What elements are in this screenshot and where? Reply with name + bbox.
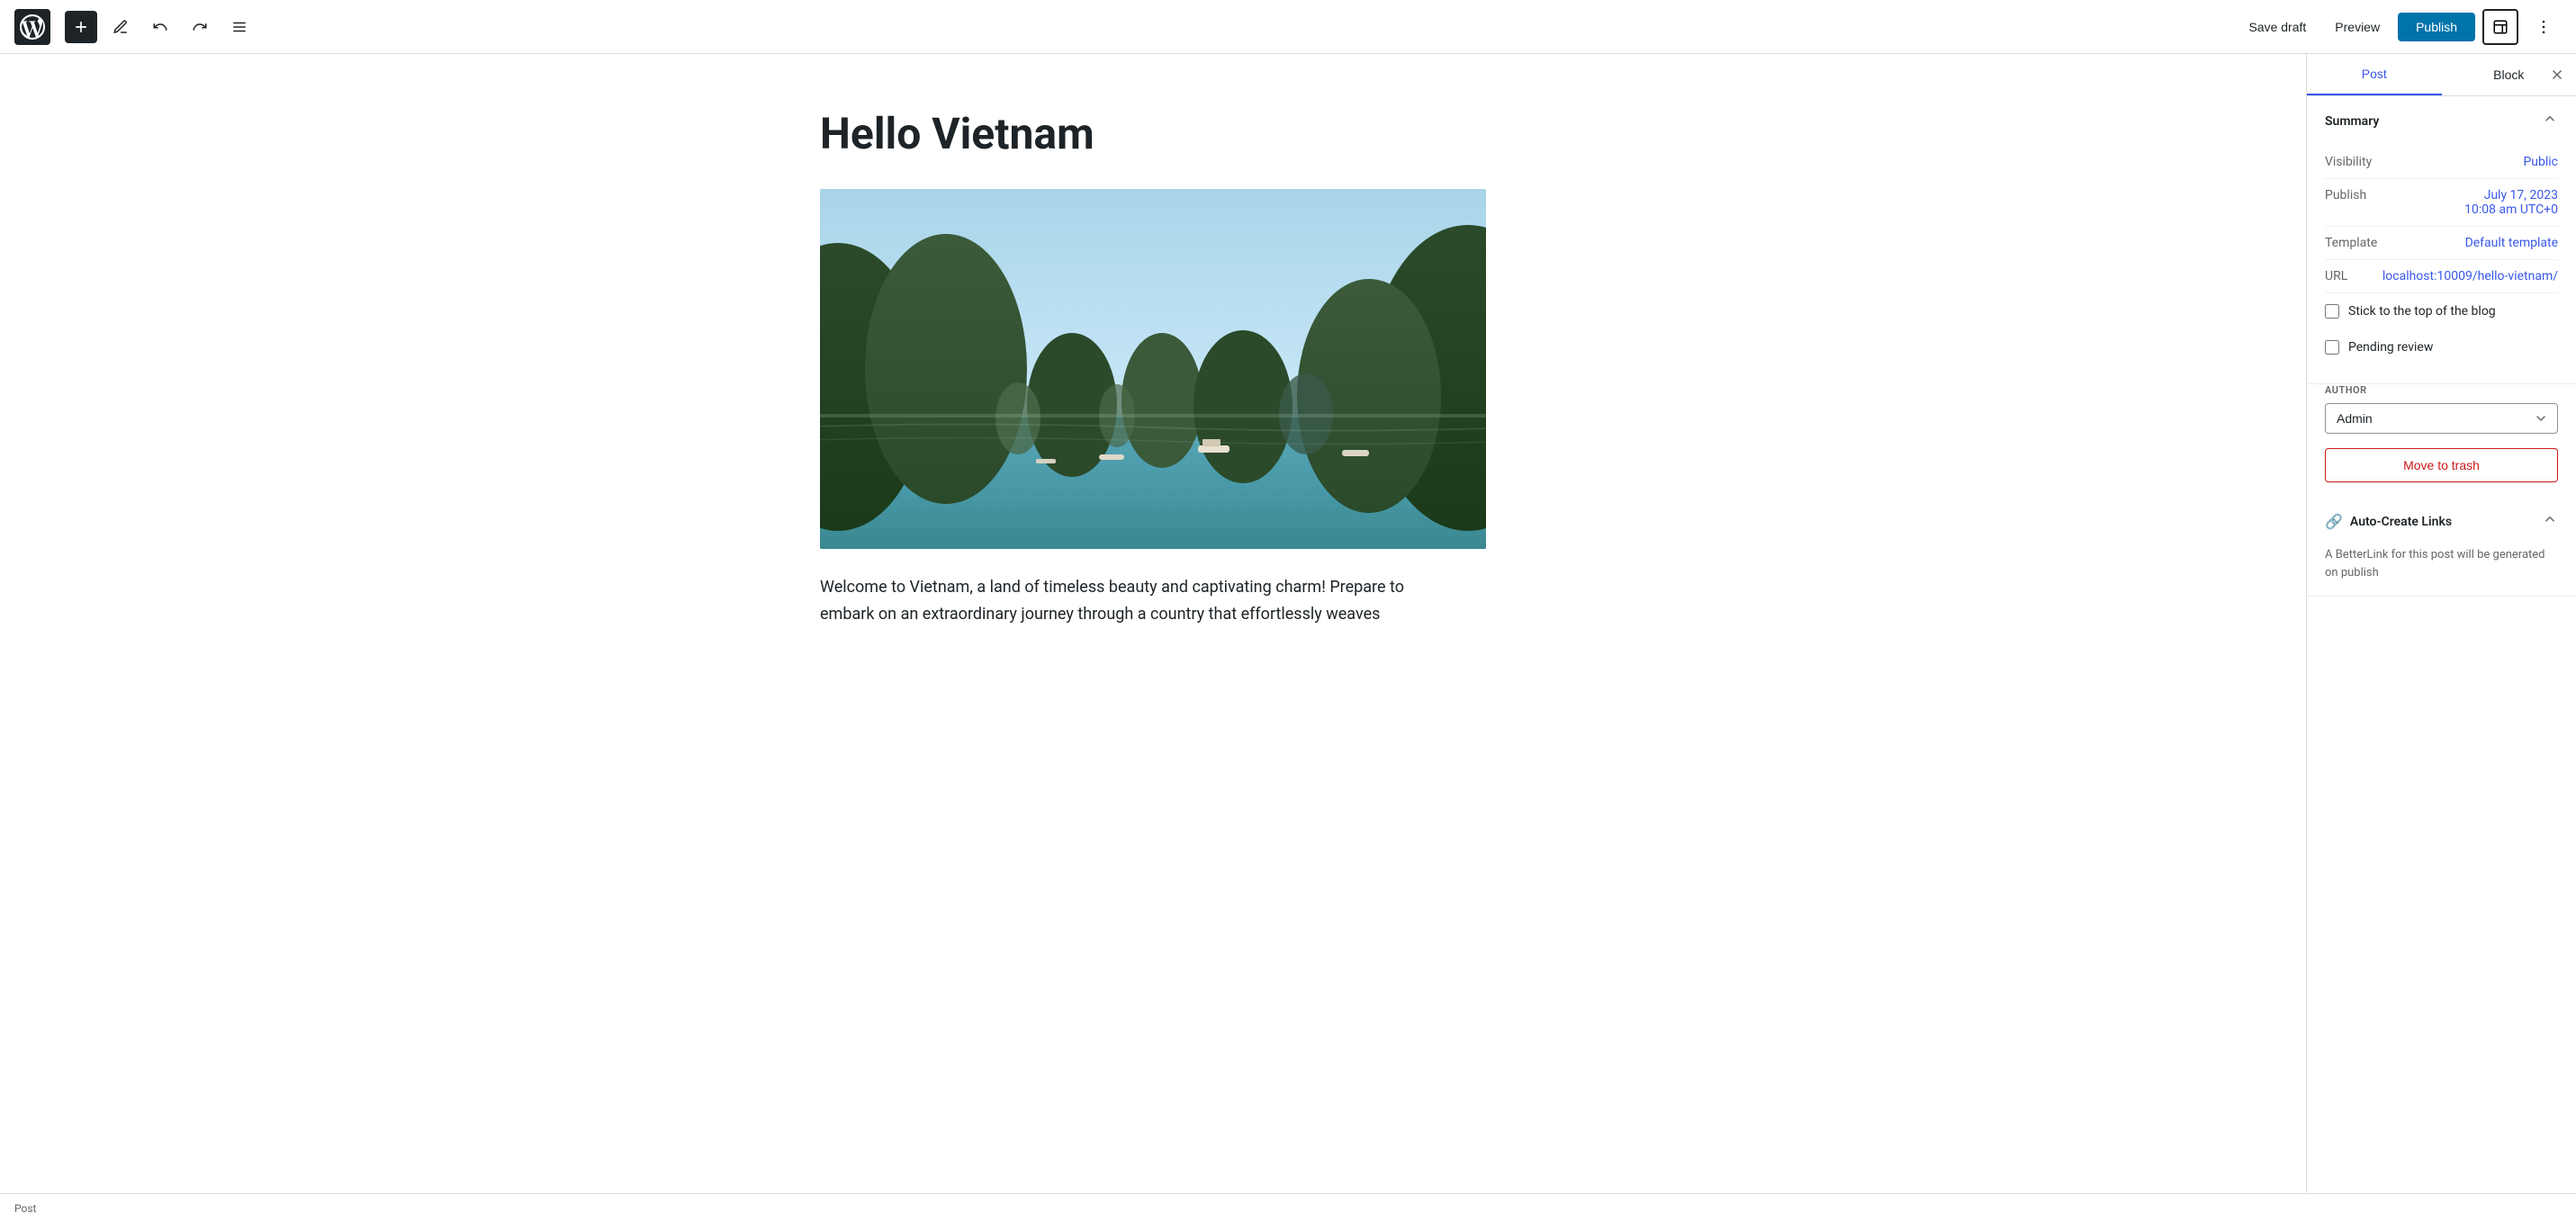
tools-button[interactable] xyxy=(104,11,137,43)
summary-section-header[interactable]: Summary xyxy=(2307,96,2576,146)
publish-date-row: Publish July 17, 2023 10:08 am UTC+0 xyxy=(2325,179,2558,227)
pending-review-checkbox[interactable] xyxy=(2325,340,2339,355)
list-view-icon xyxy=(231,19,248,35)
wp-logo-svg xyxy=(20,14,45,40)
sidebar-tabs: Post Block xyxy=(2307,54,2576,96)
mountains-svg xyxy=(820,189,1486,549)
template-row: Template Default template xyxy=(2325,227,2558,260)
main-layout: Hello Vietnam xyxy=(0,54,2576,1193)
post-body[interactable]: Welcome to Vietnam, a land of timeless b… xyxy=(820,574,1486,629)
layout-toggle-button[interactable] xyxy=(2482,9,2518,45)
editor-area[interactable]: Hello Vietnam xyxy=(0,54,2306,1193)
pencil-icon xyxy=(113,19,129,35)
post-title[interactable]: Hello Vietnam xyxy=(820,108,1486,160)
sidebar-panel: Post Block Summary Visibility Public Pu xyxy=(2306,54,2576,1193)
summary-section: Summary Visibility Public Publish July 1… xyxy=(2307,96,2576,384)
url-label: URL xyxy=(2325,269,2347,283)
save-draft-button[interactable]: Save draft xyxy=(2238,14,2317,40)
summary-section-title: Summary xyxy=(2325,114,2379,129)
close-icon xyxy=(2549,67,2565,83)
ellipsis-icon xyxy=(2535,18,2553,36)
visibility-value[interactable]: Public xyxy=(2523,155,2558,169)
author-select[interactable]: Admin xyxy=(2325,403,2558,434)
status-bar: Post xyxy=(0,1193,2576,1222)
url-row: URL localhost:10009/hello-vietnam/ xyxy=(2325,260,2558,293)
author-section: AUTHOR Admin xyxy=(2307,384,2576,448)
link-icon: 🔗 xyxy=(2325,513,2343,530)
author-label: AUTHOR xyxy=(2325,384,2558,396)
redo-icon xyxy=(192,19,208,35)
wordpress-logo xyxy=(14,9,50,45)
pending-review-row: Pending review xyxy=(2325,329,2558,365)
auto-create-links-section: 🔗 Auto-Create Links A BetterLink for thi… xyxy=(2307,497,2576,597)
auto-create-toggle-button[interactable] xyxy=(2542,511,2558,532)
auto-create-title-row: 🔗 Auto-Create Links xyxy=(2325,513,2452,530)
layout-icon xyxy=(2492,19,2508,35)
publish-button[interactable]: Publish xyxy=(2398,13,2475,41)
list-view-button[interactable] xyxy=(223,11,256,43)
editor-content: Hello Vietnam xyxy=(784,54,1522,665)
template-value[interactable]: Default template xyxy=(2465,236,2558,250)
stick-to-top-row: Stick to the top of the blog xyxy=(2325,293,2558,329)
move-to-trash-button[interactable]: Move to trash xyxy=(2325,448,2558,482)
halong-bay-scene xyxy=(820,189,1486,549)
publish-date-label: Publish xyxy=(2325,188,2366,202)
auto-create-links-header[interactable]: 🔗 Auto-Create Links xyxy=(2307,497,2576,546)
sidebar-close-button[interactable] xyxy=(2549,67,2565,83)
tab-post[interactable]: Post xyxy=(2307,54,2442,95)
visibility-row: Visibility Public xyxy=(2325,146,2558,179)
pending-review-label[interactable]: Pending review xyxy=(2348,340,2433,355)
auto-create-body: A BetterLink for this post will be gener… xyxy=(2307,546,2576,596)
publish-date-value[interactable]: July 17, 2023 10:08 am UTC+0 xyxy=(2464,188,2558,217)
plus-icon xyxy=(72,18,90,36)
post-featured-image[interactable] xyxy=(820,189,1486,549)
more-options-button[interactable] xyxy=(2526,9,2562,45)
summary-section-body: Visibility Public Publish July 17, 2023 … xyxy=(2307,146,2576,383)
redo-button[interactable] xyxy=(184,11,216,43)
preview-button[interactable]: Preview xyxy=(2324,14,2391,40)
chevron-up-icon xyxy=(2542,111,2558,127)
add-block-button[interactable] xyxy=(65,11,97,43)
toolbar-right-actions: Save draft Preview Publish xyxy=(2238,9,2562,45)
stick-to-top-checkbox[interactable] xyxy=(2325,304,2339,319)
undo-button[interactable] xyxy=(144,11,176,43)
template-label: Template xyxy=(2325,236,2377,250)
undo-icon xyxy=(152,19,168,35)
summary-toggle-button[interactable] xyxy=(2542,111,2558,131)
stick-to-top-label[interactable]: Stick to the top of the blog xyxy=(2348,304,2496,319)
visibility-label: Visibility xyxy=(2325,155,2372,169)
chevron-up-icon-2 xyxy=(2542,511,2558,527)
status-bar-label: Post xyxy=(14,1202,36,1215)
auto-create-title: Auto-Create Links xyxy=(2350,515,2452,529)
url-value[interactable]: localhost:10009/hello-vietnam/ xyxy=(2382,269,2558,283)
main-toolbar: Save draft Preview Publish xyxy=(0,0,2576,54)
